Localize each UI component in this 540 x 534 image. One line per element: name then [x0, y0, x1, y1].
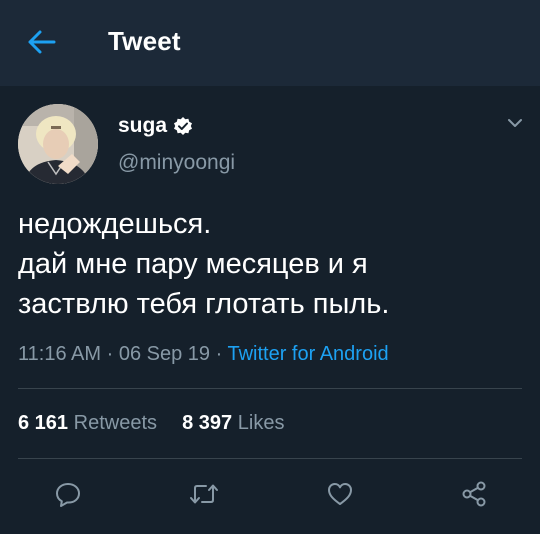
retweets-stat[interactable]: 6 161 Retweets — [18, 412, 163, 434]
retweets-count: 6 161 — [18, 412, 69, 434]
meta-separator: · — [215, 343, 223, 365]
retweets-label: Retweets — [73, 412, 157, 434]
likes-stat[interactable]: 8 397 Likes — [182, 412, 284, 434]
likes-count: 8 397 — [182, 412, 233, 434]
tweet-text-line: дай мне пару месяцев и я — [18, 248, 368, 280]
meta-separator: · — [106, 343, 114, 365]
divider — [18, 458, 522, 459]
share-button[interactable] — [456, 476, 492, 512]
tweet-stats: 6 161 Retweets 8 397 Likes — [18, 412, 284, 435]
tweet-text: недождешься. дай мне пару месяцев и я за… — [18, 204, 528, 324]
tweet-meta: 11:16 AM · 06 Sep 19 · Twitter for Andro… — [18, 343, 389, 366]
user-handle[interactable]: @minyoongi — [118, 151, 235, 175]
reply-button[interactable] — [50, 476, 86, 512]
tweet-text-line: заствлю тебя глотать пыль. — [18, 288, 390, 320]
likes-label: Likes — [237, 412, 285, 434]
back-button[interactable] — [22, 25, 60, 59]
like-button[interactable] — [322, 476, 358, 512]
share-icon — [462, 481, 486, 507]
reply-icon — [56, 483, 80, 507]
tweet-text-line: недождешься. — [18, 208, 212, 240]
divider — [18, 388, 522, 389]
author-name-row[interactable]: suga — [118, 114, 193, 138]
more-options-button[interactable] — [504, 112, 526, 134]
tweet-date: 06 Sep 19 — [118, 343, 211, 365]
avatar[interactable] — [18, 104, 98, 184]
app-bar: Tweet — [0, 0, 540, 86]
heart-icon — [328, 483, 352, 505]
display-name[interactable]: suga — [118, 114, 167, 138]
page-title: Tweet — [108, 26, 181, 56]
verified-badge-icon — [174, 117, 193, 135]
tweet-time: 11:16 AM — [18, 343, 102, 365]
retweet-icon — [190, 484, 218, 504]
avatar-photo — [18, 104, 98, 184]
tweet-source-link[interactable]: Twitter for Android — [227, 343, 388, 365]
chevron-down-icon — [508, 119, 522, 127]
arrow-left-icon — [28, 30, 56, 54]
retweet-button[interactable] — [186, 476, 222, 512]
